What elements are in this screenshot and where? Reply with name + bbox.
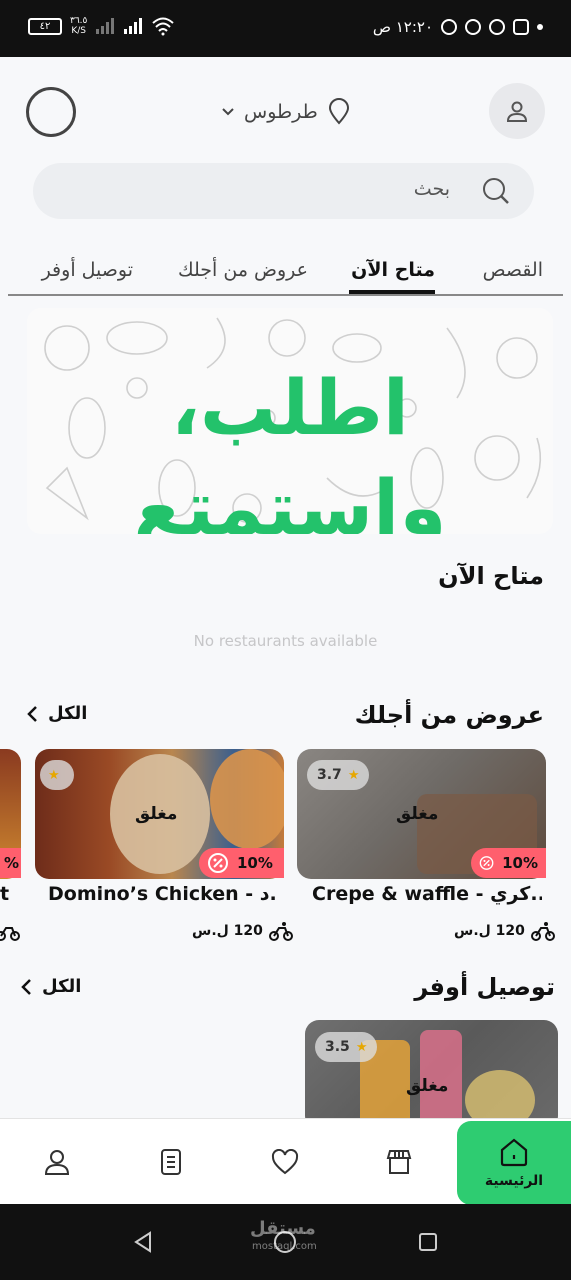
battery-icon: ٤٢ xyxy=(28,17,62,35)
percent-icon xyxy=(479,856,494,870)
net-speed-value: ٣٦.٥ xyxy=(70,16,88,26)
user-icon xyxy=(44,1150,70,1175)
tab-offers[interactable]: عروض من أجلك xyxy=(178,259,308,281)
category-tabs: القصص متاح الآن عروض من أجلك توصيل أوفر xyxy=(8,251,563,296)
status-left: ٤٢ ٣٦.٥ K/S xyxy=(28,16,175,36)
restaurant-name: t xyxy=(0,883,10,905)
rating-badge: ★ xyxy=(40,760,74,790)
tab-stories[interactable]: القصص xyxy=(483,259,543,281)
signal-icon xyxy=(96,18,115,34)
chevron-down-icon xyxy=(222,108,234,116)
delivery-bike-icon xyxy=(0,927,20,941)
nav-home[interactable]: الرئيسية xyxy=(457,1121,571,1205)
signal-icon xyxy=(124,18,143,34)
wifi-icon xyxy=(152,17,175,36)
search-icon xyxy=(483,178,509,204)
delivery-bike-icon xyxy=(530,922,555,941)
net-speed: ٣٦.٥ K/S xyxy=(70,16,87,36)
rating-badge: 3.7 ★ xyxy=(307,760,370,790)
discount-badge: 10% xyxy=(471,848,546,878)
star-icon: ★ xyxy=(355,1039,368,1055)
nav-profile[interactable] xyxy=(40,1145,74,1179)
nav-orders[interactable] xyxy=(154,1145,188,1179)
recents-icon[interactable] xyxy=(418,1232,438,1252)
offers-see-all-link[interactable]: الكل xyxy=(26,703,87,724)
chevron-left-icon xyxy=(21,978,31,995)
promo-banner[interactable]: اطلب، واستمتع xyxy=(27,308,553,534)
search-bar[interactable]: بحث xyxy=(33,163,534,219)
orders-list-icon xyxy=(161,1149,181,1175)
fee-value: 120 ل.س xyxy=(454,923,525,939)
saver-see-all-link[interactable]: الكل xyxy=(20,976,81,997)
location-pin-icon xyxy=(328,98,349,125)
available-now-title: متاح الآن xyxy=(438,562,544,590)
status-bar: ٤٢ ٣٦.٥ K/S ١٢:٢٠ ص xyxy=(0,0,571,57)
heart-icon xyxy=(271,1149,299,1175)
percent-icon xyxy=(208,853,228,873)
discount-badge: 10% xyxy=(199,848,284,878)
sync-icon xyxy=(489,19,505,35)
profile-button[interactable] xyxy=(489,83,545,139)
tab-saver-delivery[interactable]: توصيل أوفر xyxy=(42,259,133,281)
notification-dot-icon xyxy=(537,24,543,30)
loyalty-ring-button[interactable] xyxy=(26,87,76,137)
net-speed-unit: K/S xyxy=(71,26,87,36)
closed-status: مغلق xyxy=(406,1076,449,1096)
nav-stores[interactable] xyxy=(382,1145,416,1179)
user-icon xyxy=(506,101,528,122)
home-icon xyxy=(500,1138,528,1167)
store-icon xyxy=(386,1150,412,1174)
fee-value: 120 ل.س xyxy=(192,923,263,939)
delivery-fee: 120 ل.س xyxy=(192,920,293,942)
delivery-fee: 120 ل.س xyxy=(454,920,555,942)
rating-badge: 3.5 ★ xyxy=(315,1032,378,1062)
watermark-logo: مستقل xyxy=(250,1218,316,1239)
messenger-icon xyxy=(441,19,457,35)
search-placeholder: بحث xyxy=(413,178,450,200)
status-time: ١٢:٢٠ ص xyxy=(372,18,433,36)
rating-value: 3.7 xyxy=(317,767,342,783)
status-right: ١٢:٢٠ ص xyxy=(373,18,543,36)
saver-delivery-title: توصيل أوفر xyxy=(414,973,555,1001)
active-tab-indicator xyxy=(349,290,435,294)
discount-value: 10% xyxy=(237,854,273,872)
restaurant-name: Crepe & waffle - كري.. xyxy=(312,883,542,905)
nav-favorites[interactable] xyxy=(268,1145,302,1179)
banner-slogan: اطلب، واستمتع xyxy=(133,363,449,534)
chevron-left-icon xyxy=(27,705,37,722)
instagram-icon xyxy=(513,19,529,35)
tab-available-now[interactable]: متاح الآن xyxy=(351,259,435,281)
star-icon: ★ xyxy=(347,767,360,783)
back-icon[interactable] xyxy=(131,1230,155,1254)
closed-status: مغلق xyxy=(396,804,439,824)
location-label: طرطوس xyxy=(244,101,318,123)
nav-home-label: الرئيسية xyxy=(484,1173,544,1189)
offers-title: عروض من أجلك xyxy=(354,701,544,729)
discount-value: 10% xyxy=(502,854,538,872)
see-all-label: الكل xyxy=(48,703,88,724)
see-all-label: الكل xyxy=(42,976,82,997)
discount-value: % xyxy=(4,854,20,872)
restaurant-name: Domino’s Chicken - د... xyxy=(48,883,278,905)
watermark-url: mostaql.com xyxy=(252,1241,317,1252)
rating-value: 3.5 xyxy=(325,1039,350,1055)
delivery-bike-icon xyxy=(268,922,293,941)
bottom-navigation: الرئيسية xyxy=(0,1118,571,1205)
discount-badge: % xyxy=(0,848,21,878)
empty-restaurants-message: No restaurants available xyxy=(193,632,378,650)
star-icon: ★ xyxy=(48,767,60,783)
closed-status: مغلق xyxy=(135,804,178,824)
location-selector[interactable]: طرطوس xyxy=(220,97,352,127)
messenger-icon xyxy=(465,19,481,35)
